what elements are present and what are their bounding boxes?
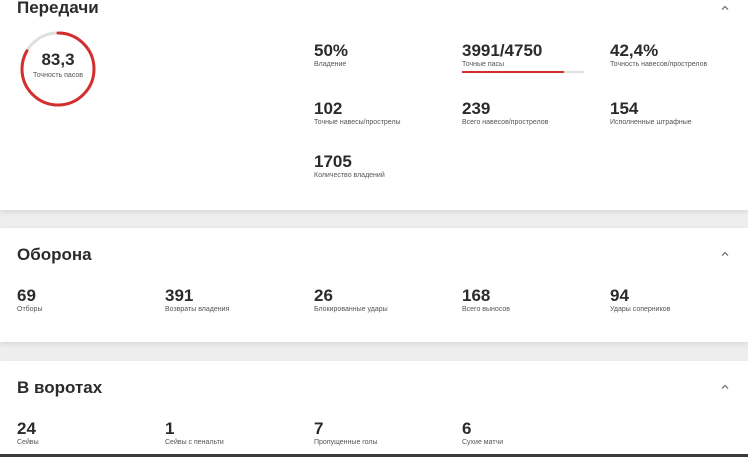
passing-card: Передачи 83,3 Точность пасов 50% Владени… <box>0 0 748 210</box>
stat-goals-conceded: 7 Пропущенные голы <box>314 420 378 447</box>
stat-value: 7 <box>314 419 324 438</box>
stat-possessions-count: 1705 Количество владений <box>314 153 385 180</box>
stat-value: 168 <box>462 286 491 305</box>
stat-value: 1705 <box>314 152 352 171</box>
stat-blocked-shots: 26 Блокированные удары <box>314 287 388 314</box>
stat-value: 94 <box>610 286 629 305</box>
goalkeeping-title: В воротах <box>17 378 103 397</box>
chevron-up-icon[interactable] <box>720 3 730 13</box>
stat-label: Пропущенные голы <box>314 439 378 446</box>
gauge-label: Точность пасов <box>32 72 84 79</box>
stat-clean-sheets: 6 Сухие матчи <box>462 420 503 447</box>
passing-title: Передачи <box>17 0 99 17</box>
stat-possession: 50% Владение <box>314 42 348 69</box>
stat-value: 1 <box>165 419 175 438</box>
defense-title: Оборона <box>17 245 92 264</box>
defense-card: Оборона 69 Отборы 391 Возвраты владения … <box>0 228 748 342</box>
chevron-up-icon[interactable] <box>720 249 730 259</box>
stat-cross-accuracy: 42,4% Точность навесов/прострелов <box>610 42 707 69</box>
stat-value: 3991/4750 <box>462 41 543 60</box>
accurate-passes-progress <box>462 71 584 73</box>
stat-label: Сухие матчи <box>462 439 504 446</box>
stat-saves: 24 Сейвы <box>17 420 39 447</box>
stat-label: Сейвы с пенальти <box>165 439 224 446</box>
stat-tackles: 69 Отборы <box>17 287 42 314</box>
stat-value: 42,4% <box>610 41 659 60</box>
stat-accurate-passes: 3991/4750 Точные пасы <box>462 41 584 73</box>
stat-value: 102 <box>314 99 343 118</box>
stat-value: 239 <box>462 99 491 118</box>
goalkeeping-card: В воротах 24 Сейвы 1 Сейвы с пенальти 7 … <box>0 361 748 457</box>
stat-value: 50% <box>314 41 349 60</box>
stat-value: 26 <box>314 286 333 305</box>
stat-label: Всего навесов/прострелов <box>462 119 549 126</box>
stat-recoveries: 391 Возвраты владения <box>165 287 229 314</box>
stat-value: 154 <box>610 99 639 118</box>
stat-value: 391 <box>165 286 194 305</box>
stat-label: Точность навесов/прострелов <box>610 61 708 68</box>
stat-total-crosses: 239 Всего навесов/прострелов <box>462 100 548 127</box>
progress-fill <box>462 71 565 73</box>
stat-label: Удары соперников <box>610 306 671 313</box>
chevron-up-icon[interactable] <box>720 382 730 392</box>
gauge-value: 83,3 <box>41 50 75 69</box>
stat-accurate-crosses: 102 Точные навесы/прострелы <box>314 100 401 127</box>
stat-label: Сейвы <box>17 439 39 446</box>
stat-label: Исполненные штрафные <box>610 119 692 126</box>
stat-value: 69 <box>17 286 36 305</box>
stat-free-kicks: 154 Исполненные штрафные <box>610 100 692 127</box>
stat-value: 24 <box>17 419 36 438</box>
stat-label: Точные пасы <box>462 61 505 68</box>
pass-accuracy-gauge: 83,3 Точность пасов <box>19 30 97 108</box>
stat-penalty-saves: 1 Сейвы с пенальти <box>165 420 224 447</box>
stat-label: Количество владений <box>314 172 385 179</box>
stat-clearances: 168 Всего выносов <box>462 287 510 314</box>
stat-label: Блокированные удары <box>314 306 388 313</box>
stat-opponent-shots: 94 Удары соперников <box>610 287 670 314</box>
stat-value: 6 <box>462 419 472 438</box>
stat-label: Возвраты владения <box>165 306 230 313</box>
stat-label: Отборы <box>17 306 43 313</box>
stat-label: Владение <box>314 61 347 68</box>
stat-label: Точные навесы/прострелы <box>314 119 401 126</box>
stat-label: Всего выносов <box>462 306 510 313</box>
